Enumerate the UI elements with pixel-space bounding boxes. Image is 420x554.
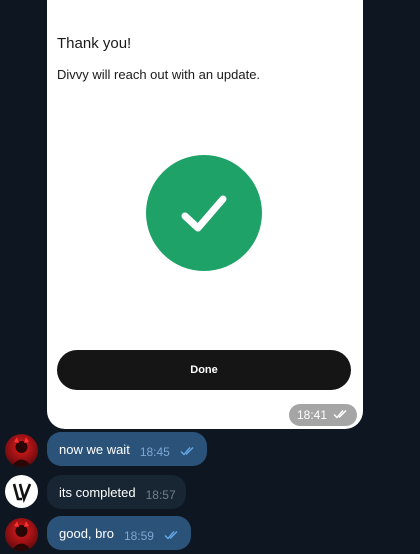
message-time: 18:45 xyxy=(139,445,170,459)
message-text: now we wait xyxy=(59,441,130,457)
message-bubble[interactable]: its completed 18:57 xyxy=(47,475,186,509)
message-text: good, bro xyxy=(59,525,114,541)
done-button[interactable]: Done xyxy=(57,350,351,390)
message-meta: 18:41 xyxy=(289,404,358,426)
read-ticks-icon xyxy=(180,444,197,459)
message-bubble[interactable]: now we wait 18:45 xyxy=(47,432,207,466)
webapp-card: Thank you! Divvy will reach out with an … xyxy=(47,0,363,429)
success-check-icon xyxy=(146,155,262,271)
read-ticks-icon xyxy=(333,408,349,422)
message-time: 18:41 xyxy=(297,408,328,422)
message-bubble[interactable]: good, bro 18:59 xyxy=(47,516,191,550)
card-title: Thank you! xyxy=(57,35,132,52)
user-avatar[interactable] xyxy=(5,475,38,508)
message-time: 18:57 xyxy=(145,488,176,502)
user-avatar[interactable] xyxy=(5,434,38,467)
card-subtitle: Divvy will reach out with an update. xyxy=(57,67,261,82)
user-avatar[interactable] xyxy=(5,518,38,551)
message-text: its completed xyxy=(59,484,136,500)
read-ticks-icon xyxy=(164,528,181,543)
message-time: 18:59 xyxy=(123,529,154,543)
